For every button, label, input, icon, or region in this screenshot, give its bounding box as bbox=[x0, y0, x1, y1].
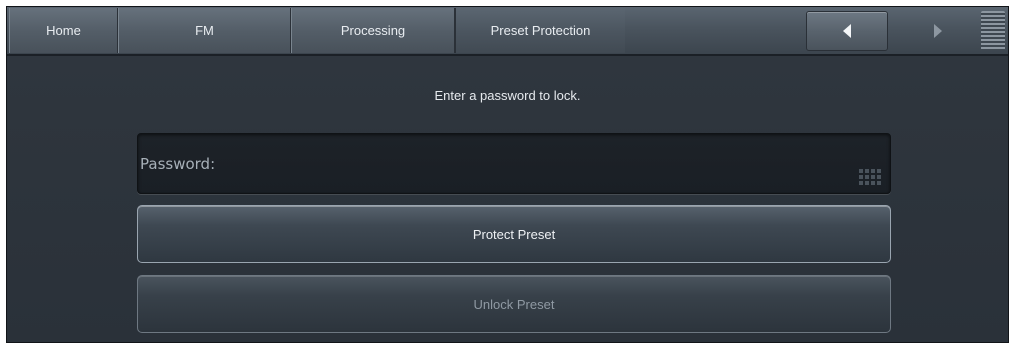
tab-processing[interactable]: Processing bbox=[291, 8, 455, 53]
tab-preset-protection[interactable]: Preset Protection bbox=[455, 8, 625, 53]
tab-processing-label: Processing bbox=[340, 23, 406, 38]
right-triangle-icon bbox=[934, 24, 942, 38]
menu-lines-icon[interactable] bbox=[981, 11, 1005, 51]
unlock-preset-button[interactable]: Unlock Preset bbox=[137, 275, 891, 333]
password-field[interactable]: Password: bbox=[137, 133, 891, 194]
unlock-preset-label: Unlock Preset bbox=[473, 296, 555, 312]
tab-home[interactable]: Home bbox=[9, 8, 118, 53]
tab-home-label: Home bbox=[46, 23, 81, 38]
keypad-icon[interactable] bbox=[859, 169, 883, 187]
protect-preset-label: Protect Preset bbox=[472, 226, 556, 242]
password-label: Password: bbox=[140, 155, 216, 173]
top-navigation-bar: Home FM Processing Preset Protection bbox=[7, 7, 1008, 56]
left-triangle-icon bbox=[843, 24, 851, 38]
app-window: Home FM Processing Preset Protection Ent… bbox=[6, 6, 1009, 343]
previous-button[interactable] bbox=[806, 11, 888, 51]
preset-protection-panel: Enter a password to lock. Password: Prot… bbox=[7, 56, 1008, 342]
tab-fm-label: FM bbox=[195, 23, 214, 38]
tab-fm[interactable]: FM bbox=[118, 8, 291, 53]
protect-preset-button[interactable]: Protect Preset bbox=[137, 205, 891, 263]
current-page-title: Preset Protection bbox=[490, 23, 591, 38]
next-button[interactable] bbox=[919, 11, 957, 51]
lock-prompt: Enter a password to lock. bbox=[434, 88, 581, 103]
